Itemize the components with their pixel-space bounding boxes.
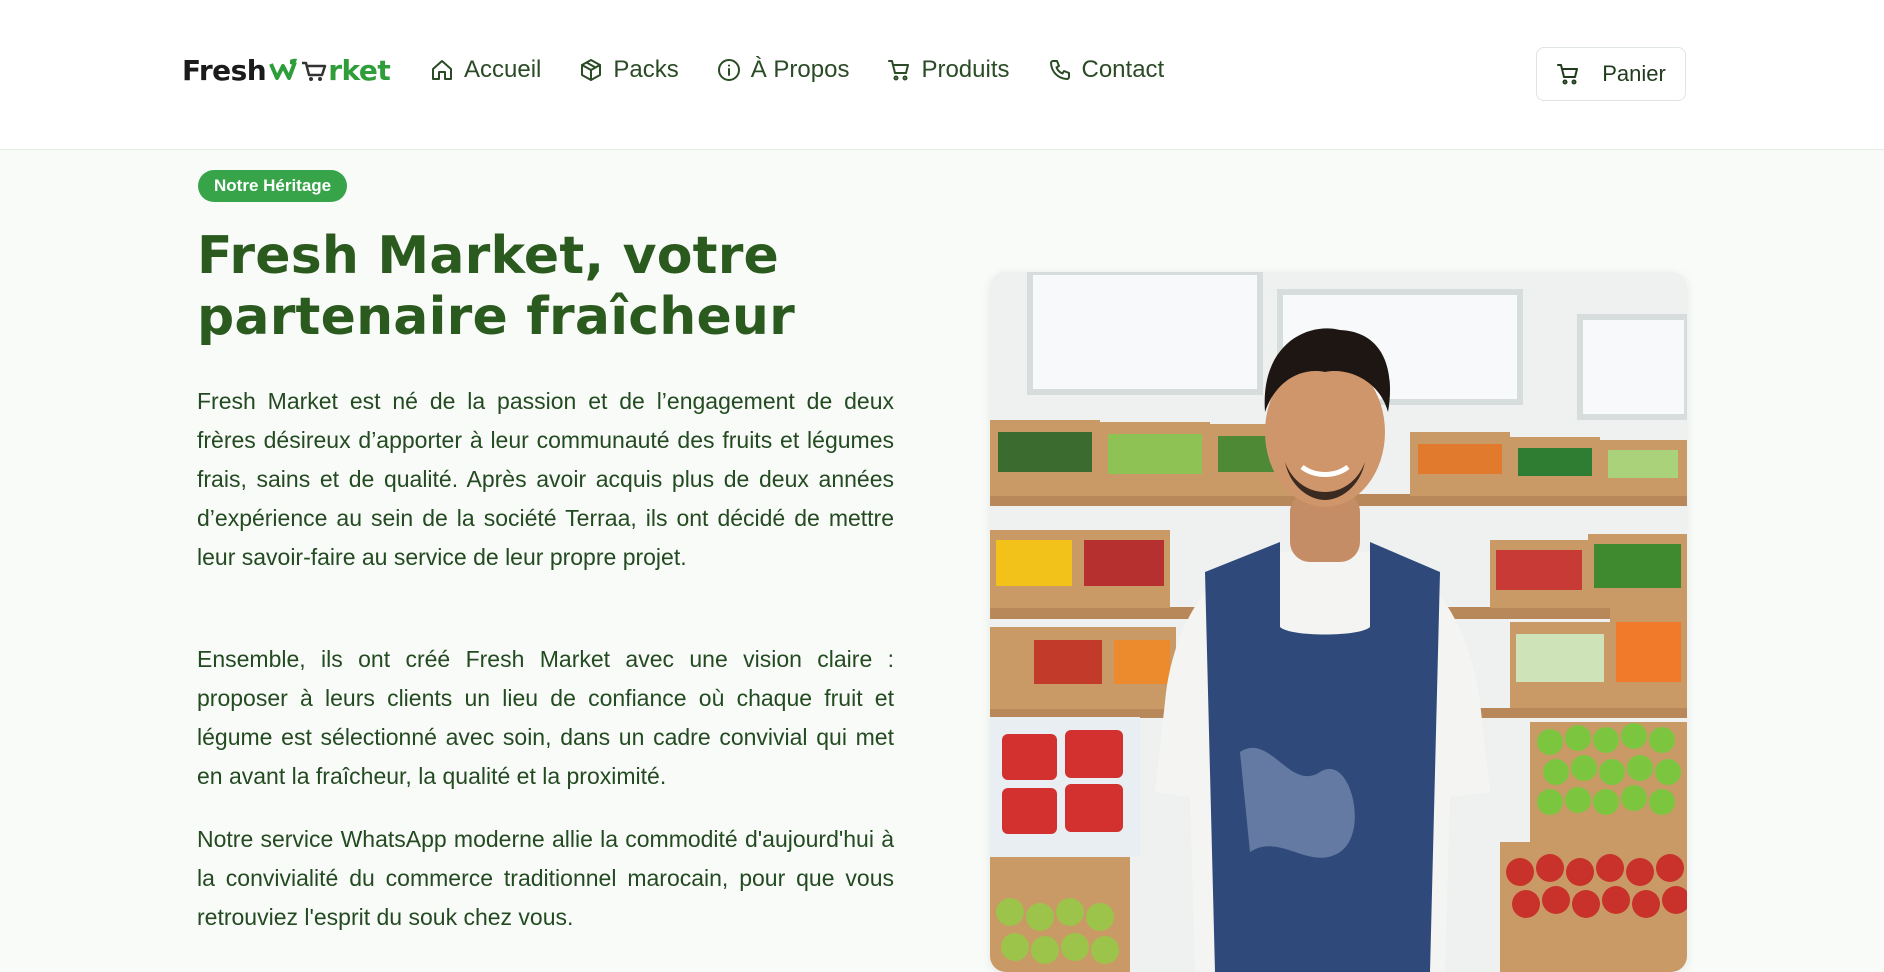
nav-item-contact[interactable]: Contact bbox=[1048, 56, 1165, 84]
grocer-photo bbox=[990, 272, 1687, 972]
home-icon bbox=[432, 60, 452, 80]
info-icon bbox=[717, 59, 740, 81]
nav-item-accueil[interactable]: Accueil bbox=[430, 56, 541, 84]
phone-icon bbox=[1049, 60, 1070, 80]
about-paragraph-2: Ensemble, ils ont créé Fresh Market avec… bbox=[197, 646, 894, 789]
cart-button-label: Panier bbox=[1602, 61, 1666, 86]
nav-item-produits[interactable]: Produits bbox=[887, 56, 1010, 84]
nav-label: À Propos bbox=[750, 56, 850, 83]
about-paragraph-1: Fresh Market est né de la passion et de … bbox=[197, 388, 894, 570]
logo-text-rket: rket bbox=[328, 53, 391, 87]
cart-icon bbox=[1557, 64, 1579, 85]
site-logo[interactable]: Fresh rket bbox=[182, 52, 391, 88]
site-header: Fresh rket Accueil Packs À Propos Produi… bbox=[0, 0, 1884, 150]
nav-item-packs[interactable]: Packs bbox=[579, 56, 679, 84]
nav-label: Packs bbox=[613, 56, 679, 83]
page-title: Fresh Market, votre partenaire fraîcheur bbox=[197, 226, 795, 347]
logo-text-fresh: Fresh bbox=[182, 53, 267, 87]
section-badge: Notre Héritage bbox=[198, 170, 348, 202]
about-paragraph-3: Notre service WhatsApp moderne allie la … bbox=[197, 826, 894, 930]
nav-label: Contact bbox=[1081, 56, 1165, 83]
package-icon bbox=[581, 59, 602, 81]
cart-icon bbox=[888, 60, 910, 81]
nav-label: Accueil bbox=[464, 56, 542, 83]
grocer-illustration bbox=[990, 272, 1687, 972]
main-nav: Accueil Packs À Propos Produits Contact bbox=[430, 56, 1164, 84]
nav-label: Produits bbox=[921, 56, 1010, 83]
logo-cart-icon bbox=[302, 61, 327, 81]
nav-item-a-propos[interactable]: À Propos bbox=[717, 56, 850, 84]
cart-button[interactable]: Panier bbox=[1536, 47, 1686, 101]
logo-leaf-icon bbox=[269, 58, 298, 80]
